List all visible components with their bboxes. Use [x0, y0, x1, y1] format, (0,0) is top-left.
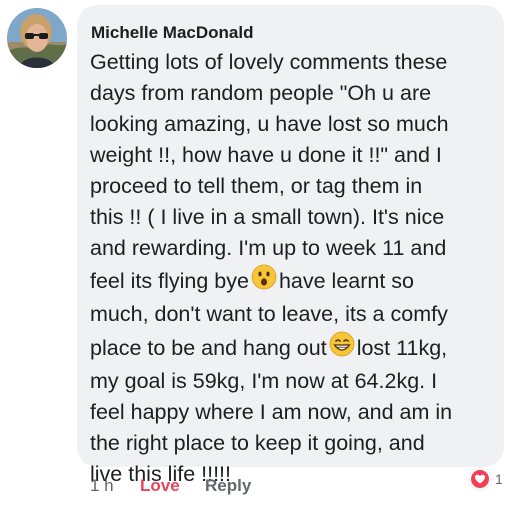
- comment-line: feel happy where I am now, and am in: [90, 399, 452, 425]
- comment-line: proceed to tell them, or tag them in: [90, 173, 422, 199]
- reaction-count: 1: [495, 471, 503, 487]
- comment-line-text: days from random people "Oh u are: [90, 81, 432, 105]
- comment-line: and rewarding. I'm up to week 11 and: [90, 235, 446, 261]
- comment-line-text: my goal is 59kg, I'm now at 64.2kg. I: [90, 369, 438, 393]
- comment-line: weight !!, how have u done it !!" and I: [90, 142, 442, 168]
- comment-line-text: weight !!, how have u done it !!" and I: [90, 143, 442, 167]
- comment-timestamp[interactable]: 1 h: [90, 476, 114, 496]
- avatar[interactable]: [7, 8, 67, 68]
- comment-line-text: proceed to tell them, or tag them in: [90, 174, 423, 198]
- comment-line: place to be and hang out lost 11kg,: [90, 331, 448, 363]
- comment-line-text: much, don't want to leave, its a comfy: [90, 302, 448, 326]
- comment-line: this !! ( I live in a small town). It's …: [90, 204, 444, 230]
- comment-line-text: Getting lots of lovely comments these: [90, 50, 448, 74]
- comment-line-text: place to be and hang out: [90, 336, 327, 360]
- comment-line-text: feel happy where I am now, and am in: [90, 400, 453, 424]
- comment-line: my goal is 59kg, I'm now at 64.2kg. I: [90, 368, 437, 394]
- grinning-face-emoji-icon: [329, 331, 355, 363]
- comment-line: days from random people "Oh u are: [90, 80, 431, 106]
- comment-line-text: and rewarding. I'm up to week 11 and: [90, 236, 447, 260]
- love-button[interactable]: Love: [140, 476, 180, 496]
- avatar-photo-icon: [7, 8, 67, 68]
- comment-line-text: this !! ( I live in a small town). It's …: [90, 205, 445, 229]
- comment-line-text: the right place to keep it going, and: [90, 431, 425, 455]
- surprised-face-emoji-icon: [251, 264, 277, 296]
- comment-line-text: lost 11kg,: [356, 336, 448, 360]
- comment-bubble: Michelle MacDonald Getting lots of lovel…: [77, 5, 504, 486]
- comment-line: feel its flying bye have learnt so: [90, 264, 415, 296]
- comment-line: the right place to keep it going, and: [90, 430, 425, 456]
- comment-author[interactable]: Michelle MacDonald: [91, 23, 253, 43]
- reaction-summary[interactable]: 1: [468, 466, 503, 492]
- comment-line-text: looking amazing, u have lost so much: [90, 112, 449, 136]
- reply-button[interactable]: Reply: [205, 476, 251, 496]
- comment-line-text: feel its flying bye: [90, 269, 249, 293]
- heart-reaction-icon: [468, 467, 492, 491]
- comment-line: Getting lots of lovely comments these: [90, 49, 447, 75]
- comment-line: looking amazing, u have lost so much: [90, 111, 449, 137]
- comment-line-text: have learnt so: [278, 269, 415, 293]
- comment-line: much, don't want to leave, its a comfy: [90, 301, 448, 327]
